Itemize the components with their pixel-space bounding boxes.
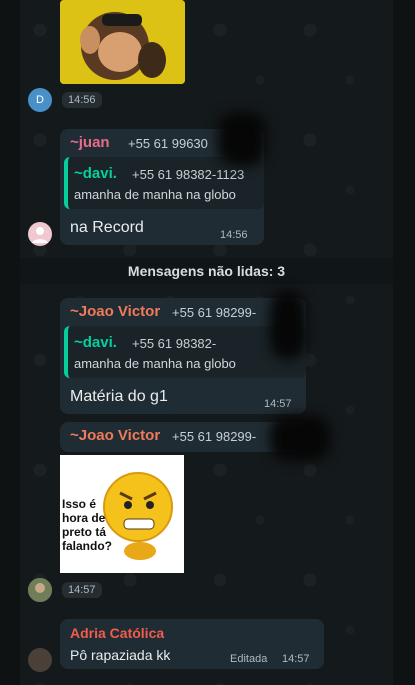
message-text: Pô rapaziada kk [70, 647, 171, 663]
sticker-caption: Isso é hora de preto tá falando? [62, 497, 112, 553]
message-time: 14:57 [264, 398, 292, 410]
avatar-letter: D [36, 94, 44, 106]
edited-label: Editada [230, 653, 268, 665]
unread-divider: Mensagens não lidas: 3 [20, 258, 393, 284]
sender-phone: +55 61 98299- [172, 429, 257, 444]
redaction-mark [218, 112, 266, 166]
sender-name[interactable]: Adria Católica [70, 625, 164, 641]
chat-area[interactable]: D 14:56 ~juan +55 61 99630 ~davi. +55 61… [20, 0, 393, 685]
message-time: 14:57 [282, 653, 310, 665]
message-time: 14:57 [62, 582, 102, 598]
message-text: Matéria do g1 [70, 388, 168, 405]
unread-label: Mensagens não lidas: 3 [127, 263, 286, 279]
message-time: 14:56 [220, 229, 248, 241]
quoted-phone: +55 61 98382-1123 [132, 167, 245, 182]
quoted-sender: ~davi. [74, 334, 117, 351]
avatar-joao[interactable] [28, 578, 52, 602]
sender-phone: +55 61 99630 [128, 136, 208, 151]
sender-name[interactable]: ~Joao Victor [70, 427, 160, 444]
sticker-image[interactable]: Isso é hora de preto tá falando? [60, 455, 184, 573]
sender-phone: +55 61 98299- [172, 305, 257, 320]
right-panel-edge [393, 0, 415, 685]
redaction-mark [270, 290, 306, 360]
message-text: na Record [70, 219, 144, 236]
quoted-text: amanha de manha na globo [74, 356, 236, 371]
default-user-icon [32, 227, 48, 243]
quoted-sender: ~davi. [74, 165, 117, 182]
message-time: 14:56 [62, 92, 102, 108]
monkey-illustration [60, 0, 185, 84]
message-bubble-adria[interactable]: Adria Católica Pô rapaziada kk Editada 1… [60, 619, 324, 669]
avatar-juan[interactable] [28, 222, 52, 246]
monkey-image[interactable] [60, 0, 185, 84]
user-photo-icon [28, 578, 52, 602]
avatar-d[interactable]: D [28, 88, 52, 112]
redaction-mark [270, 415, 330, 461]
quoted-text: amanha de manha na globo [74, 187, 236, 202]
quoted-phone: +55 61 98382- [132, 336, 217, 351]
left-panel-edge [0, 0, 20, 685]
avatar-adria[interactable] [28, 648, 52, 672]
sender-name[interactable]: ~Joao Victor [70, 303, 160, 320]
sender-name[interactable]: ~juan [70, 134, 110, 151]
